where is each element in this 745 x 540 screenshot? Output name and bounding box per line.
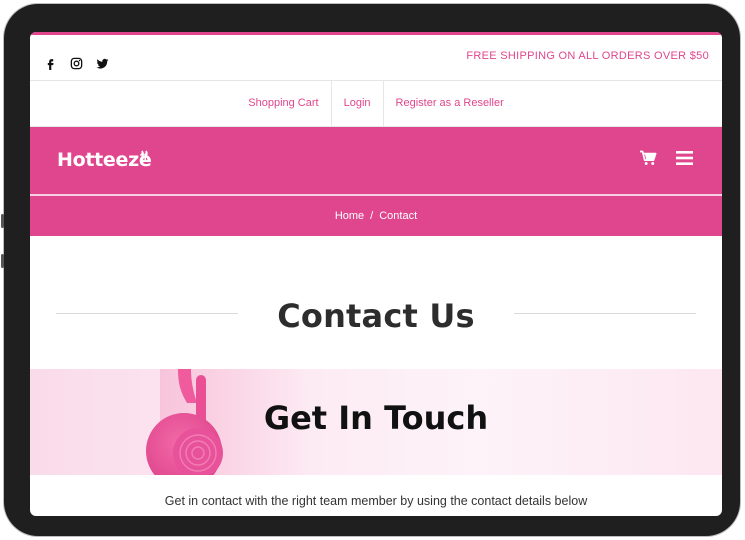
page-title-row: Contact Us xyxy=(30,297,722,335)
breadcrumb-separator: / xyxy=(370,210,374,222)
device-side-button xyxy=(1,254,4,268)
free-shipping-notice: FREE SHIPPING ON ALL ORDERS OVER $50 xyxy=(466,50,709,62)
tablet-frame: FREE SHIPPING ON ALL ORDERS OVER $50 Sho… xyxy=(1,4,740,536)
menu-icon[interactable] xyxy=(676,151,693,170)
top-bar: FREE SHIPPING ON ALL ORDERS OVER $50 xyxy=(30,35,722,81)
breadcrumb-current: Contact xyxy=(379,210,418,222)
social-links xyxy=(44,57,109,70)
shopping-cart-link[interactable]: Shopping Cart xyxy=(236,81,330,126)
get-in-touch-banner: Get In Touch xyxy=(30,369,722,475)
twitter-icon[interactable] xyxy=(96,57,109,70)
instagram-icon[interactable] xyxy=(70,57,83,70)
contact-intro-text: Get in contact with the right team membe… xyxy=(164,494,588,508)
facebook-icon[interactable] xyxy=(44,57,57,70)
browser-viewport: FREE SHIPPING ON ALL ORDERS OVER $50 Sho… xyxy=(30,32,722,516)
banner-title: Get In Touch xyxy=(263,399,489,437)
header-actions xyxy=(639,150,693,171)
breadcrumb-home-link[interactable]: Home xyxy=(335,210,364,222)
breadcrumb: Home / Contact xyxy=(30,196,722,236)
login-link[interactable]: Login xyxy=(330,81,383,126)
register-reseller-link[interactable]: Register as a Reseller xyxy=(382,81,516,126)
account-links: Shopping Cart Login Register as a Resell… xyxy=(30,81,722,127)
cart-icon[interactable] xyxy=(639,150,657,171)
page-title: Contact Us xyxy=(277,297,475,335)
flame-icon xyxy=(137,142,151,164)
device-side-button xyxy=(1,214,4,228)
site-header: Hotteeze xyxy=(30,127,722,194)
